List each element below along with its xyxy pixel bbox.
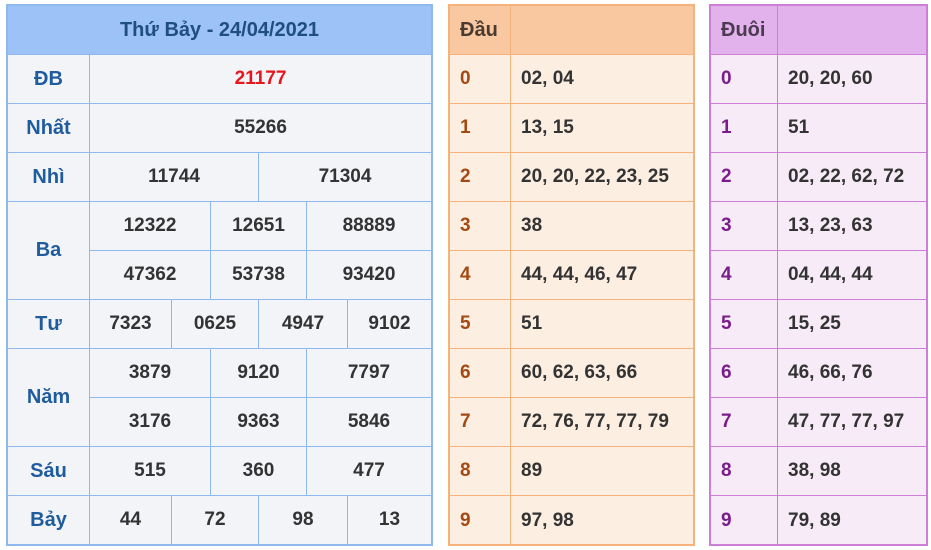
dau-values: 44, 44, 46, 47 <box>511 251 693 300</box>
dau-values: 20, 20, 22, 23, 25 <box>511 153 693 202</box>
dau-header: Đầu <box>450 6 511 55</box>
duoi-table: Đuôi 0 20, 20, 60 1 51 2 02, 22, 62, 72 3 13, 23… <box>709 4 928 546</box>
duoi-values: 46, 66, 76 <box>778 349 926 398</box>
dau-header-blank <box>511 6 693 55</box>
duoi-values: 51 <box>778 104 926 153</box>
prize-value-nam: 3176 <box>90 398 211 447</box>
duoi-digit: 4 <box>711 251 778 300</box>
dau-table: Đầu 0 02, 04 1 13, 15 2 20, 20, 22, 23, 25 3 38 4… <box>448 4 695 546</box>
prize-value-bay: 72 <box>172 496 259 545</box>
dau-values: 38 <box>511 202 693 251</box>
first-prize-value: 55266 <box>90 104 431 153</box>
prize-value-ba: 88889 <box>307 202 431 251</box>
prize-value-ba: 12651 <box>211 202 307 251</box>
duoi-header: Đuôi <box>711 6 778 55</box>
dau-digit: 8 <box>450 447 511 496</box>
prize-label-ba: Ba <box>8 202 90 300</box>
duoi-header-blank <box>778 6 926 55</box>
prize-label-db: ĐB <box>8 55 90 104</box>
duoi-values: 02, 22, 62, 72 <box>778 153 926 202</box>
duoi-digit: 1 <box>711 104 778 153</box>
duoi-digit: 8 <box>711 447 778 496</box>
dau-values: 89 <box>511 447 693 496</box>
prize-label-tu: Tư <box>8 300 90 349</box>
prize-value-nam: 3879 <box>90 349 211 398</box>
dau-values: 51 <box>511 300 693 349</box>
duoi-digit: 3 <box>711 202 778 251</box>
duoi-digit: 6 <box>711 349 778 398</box>
prize-value-tu: 0625 <box>172 300 259 349</box>
prize-value-nam: 9363 <box>211 398 307 447</box>
prize-value-nhi: 11744 <box>90 153 259 202</box>
prize-value-tu: 4947 <box>259 300 348 349</box>
duoi-digit: 5 <box>711 300 778 349</box>
prize-value-nhi: 71304 <box>259 153 431 202</box>
special-prize-value: 21177 <box>90 55 431 104</box>
duoi-values: 13, 23, 63 <box>778 202 926 251</box>
results-date-title: Thứ Bảy - 24/04/2021 <box>8 6 431 55</box>
dau-digit: 5 <box>450 300 511 349</box>
dau-digit: 0 <box>450 55 511 104</box>
prize-label-nam: Năm <box>8 349 90 447</box>
prize-value-bay: 13 <box>348 496 431 545</box>
prize-value-nam: 7797 <box>307 349 431 398</box>
prize-value-sau: 360 <box>211 447 307 496</box>
prize-value-nam: 5846 <box>307 398 431 447</box>
prize-value-nam: 9120 <box>211 349 307 398</box>
dau-digit: 6 <box>450 349 511 398</box>
duoi-digit: 0 <box>711 55 778 104</box>
prize-label-sau: Sáu <box>8 447 90 496</box>
duoi-values: 04, 44, 44 <box>778 251 926 300</box>
results-table: Thứ Bảy - 24/04/2021 ĐB 21177 Nhất 55266 Nhì 1… <box>6 4 433 546</box>
dau-values: 60, 62, 63, 66 <box>511 349 693 398</box>
dau-digit: 9 <box>450 496 511 545</box>
duoi-values: 20, 20, 60 <box>778 55 926 104</box>
dau-values: 72, 76, 77, 77, 79 <box>511 398 693 447</box>
duoi-digit: 9 <box>711 496 778 545</box>
dau-values: 97, 98 <box>521 509 574 531</box>
prize-value-ba: 12322 <box>90 202 211 251</box>
dau-digit: 3 <box>450 202 511 251</box>
dau-values: 13, 15 <box>511 104 693 153</box>
duoi-values: 79, 89 <box>788 509 841 531</box>
dau-digit: 1 <box>450 104 511 153</box>
prize-value-tu: 9102 <box>348 300 431 349</box>
duoi-values: 47, 77, 77, 97 <box>778 398 926 447</box>
prize-label-nhi: Nhì <box>8 153 90 202</box>
prize-value-bay: 44 <box>90 496 172 545</box>
duoi-digit: 7 <box>711 398 778 447</box>
prize-value-ba: 47362 <box>90 251 211 300</box>
prize-value-ba: 93420 <box>307 251 431 300</box>
duoi-values: 38, 98 <box>778 447 926 496</box>
duoi-values: 15, 25 <box>778 300 926 349</box>
prize-label-bay: Bảy <box>8 496 90 545</box>
dau-values: 02, 04 <box>511 55 693 104</box>
prize-value-sau: 515 <box>90 447 211 496</box>
prize-value-sau: 477 <box>307 447 431 496</box>
prize-value-bay: 98 <box>259 496 348 545</box>
duoi-digit: 2 <box>711 153 778 202</box>
dau-digit: 4 <box>450 251 511 300</box>
prize-value-ba: 53738 <box>211 251 307 300</box>
prize-label-nhat: Nhất <box>8 104 90 153</box>
dau-digit: 7 <box>450 398 511 447</box>
dau-digit: 2 <box>450 153 511 202</box>
prize-value-tu: 7323 <box>90 300 172 349</box>
